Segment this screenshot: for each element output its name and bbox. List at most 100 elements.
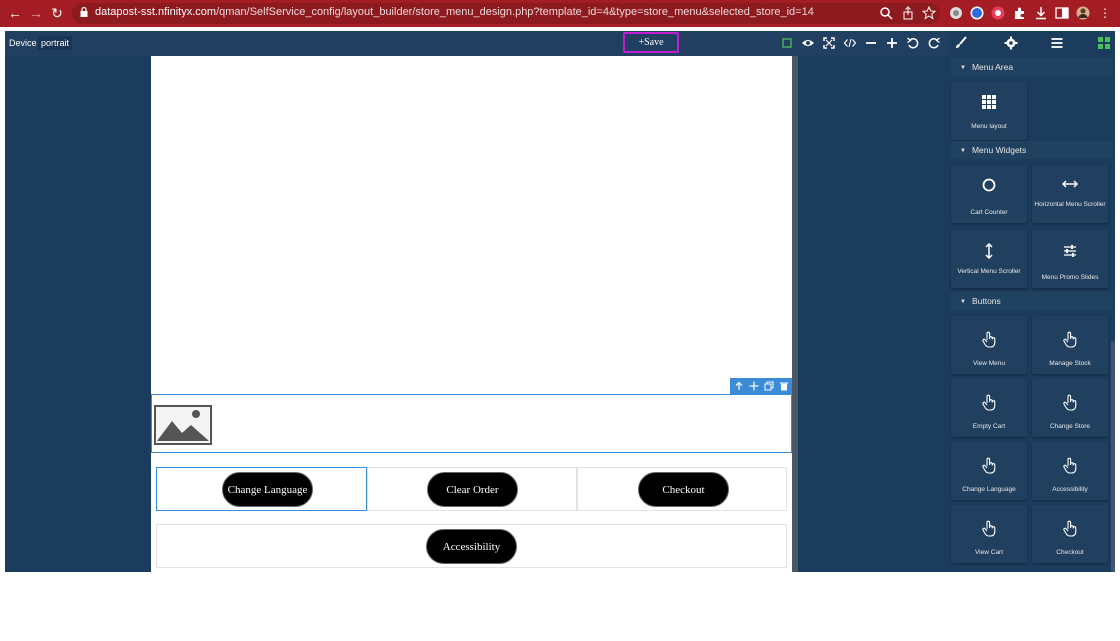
image-block[interactable] — [151, 394, 792, 453]
extension-edge-icon[interactable] — [970, 6, 984, 20]
widget-label: Horizontal Menu Scroller — [1034, 201, 1106, 208]
widget-label: Checkout — [1056, 549, 1084, 556]
url-host: datapost-sst.nfinityx.com — [95, 6, 217, 18]
checkout-button[interactable]: Checkout — [638, 472, 729, 507]
widget-label: Menu layout — [971, 123, 1007, 130]
hand-pointer-icon — [982, 331, 996, 348]
lock-icon — [80, 7, 88, 17]
vertical-arrows-icon — [985, 243, 993, 259]
hand-pointer-icon — [1063, 457, 1077, 474]
outline-toggle-icon[interactable] — [780, 36, 794, 50]
caret-down-icon: ▼ — [960, 64, 966, 71]
style-brush-icon[interactable] — [954, 36, 968, 50]
zoom-in-icon[interactable] — [885, 36, 899, 50]
button-cell-accessibility[interactable]: Accessibility — [156, 524, 787, 568]
circle-icon — [982, 178, 996, 192]
select-parent-arrow-icon[interactable] — [734, 381, 744, 391]
more-menu-icon[interactable]: ⋮ — [1097, 5, 1113, 21]
share-icon[interactable] — [901, 6, 915, 20]
design-canvas[interactable]: Change Language Clear Order Checkout Acc… — [151, 56, 792, 572]
url-path: /qman/SelfService_config/layout_builder/… — [216, 6, 814, 18]
block-toolbar — [730, 378, 792, 394]
section-menu-area[interactable]: ▼ Menu Area — [951, 58, 1113, 76]
widget-label: View Menu — [972, 360, 1006, 367]
redo-icon[interactable] — [927, 36, 941, 50]
panel-tabs — [948, 31, 1115, 56]
bookmark-star-icon[interactable] — [922, 6, 936, 20]
hand-pointer-icon — [982, 394, 996, 411]
avatar[interactable] — [1076, 6, 1090, 20]
grid-icon — [982, 95, 996, 109]
change-language-button[interactable]: Change Language — [222, 472, 313, 507]
fullscreen-icon[interactable] — [822, 36, 836, 50]
blocks-grid-icon[interactable] — [1097, 36, 1111, 50]
layout-builder-app: Device portrait +Save Change Language Cl… — [5, 31, 1115, 572]
button-cell-checkout[interactable]: Checkout — [577, 467, 787, 511]
layers-menu-icon[interactable] — [1050, 36, 1064, 50]
sliders-icon — [1064, 245, 1076, 257]
undo-icon[interactable] — [906, 36, 920, 50]
widget-label: Manage Stock — [1049, 360, 1091, 367]
zoom-out-icon[interactable] — [864, 36, 878, 50]
widget-label: Cart Counter — [970, 209, 1008, 216]
widget-label: Menu Promo Slides — [1041, 274, 1099, 281]
widget-checkout[interactable]: Checkout — [1032, 505, 1108, 563]
section-title: Menu Area — [971, 62, 1014, 72]
browser-toolbar: ← → ↻ datapost-sst.nfinityx.com/qman/Sel… — [0, 0, 1120, 27]
hand-pointer-icon — [1063, 331, 1077, 348]
section-buttons[interactable]: ▼ Buttons — [951, 292, 1113, 310]
button-cell-change-language[interactable]: Change Language — [156, 467, 367, 511]
widget-menu-layout[interactable]: Menu layout — [951, 82, 1027, 140]
image-placeholder-icon — [154, 405, 212, 445]
extension-icon[interactable] — [949, 6, 963, 20]
clone-icon[interactable] — [764, 381, 774, 391]
device-select[interactable]: portrait — [38, 36, 73, 50]
widget-view-menu[interactable]: View Menu — [951, 316, 1027, 374]
widget-accessibility[interactable]: Accessibility — [1032, 442, 1108, 500]
widget-label: View Cart — [974, 549, 1004, 556]
forward-arrow-icon[interactable]: → — [28, 5, 44, 21]
hand-pointer-icon — [982, 457, 996, 474]
section-title: Buttons — [971, 296, 1001, 306]
widget-label: Accessibility — [1052, 486, 1088, 493]
back-arrow-icon[interactable]: ← — [7, 5, 23, 21]
panel-scrollbar[interactable] — [1111, 341, 1115, 572]
widget-label: Change Language — [962, 486, 1016, 493]
accessibility-button[interactable]: Accessibility — [426, 529, 517, 564]
caret-down-icon: ▼ — [960, 298, 966, 305]
extension-red-icon[interactable] — [991, 6, 1005, 20]
preview-eye-icon[interactable] — [801, 36, 815, 50]
save-button[interactable]: +Save — [623, 32, 679, 53]
widget-view-cart[interactable]: View Cart — [951, 505, 1027, 563]
button-cell-clear-order[interactable]: Clear Order — [367, 467, 577, 511]
widget-empty-cart[interactable]: Empty Cart — [951, 379, 1027, 437]
settings-gear-icon[interactable] — [1004, 36, 1018, 50]
canvas-scrollbar[interactable] — [792, 56, 798, 572]
hand-pointer-icon — [982, 520, 996, 537]
code-icon[interactable] — [843, 36, 857, 50]
horizontal-arrows-icon — [1062, 180, 1078, 188]
hand-pointer-icon — [1063, 520, 1077, 537]
widget-cart-counter[interactable]: Cart Counter — [951, 165, 1027, 223]
widget-horizontal-menu-scroller[interactable]: Horizontal Menu Scroller — [1032, 165, 1108, 223]
section-title: Menu Widgets — [971, 145, 1027, 155]
widget-vertical-menu-scroller[interactable]: Vertical Menu Scroller — [951, 230, 1027, 288]
widget-label: Change Store — [1049, 423, 1091, 430]
puzzle-icon[interactable] — [1013, 6, 1027, 20]
widget-manage-stock[interactable]: Manage Stock — [1032, 316, 1108, 374]
delete-trash-icon[interactable] — [779, 381, 789, 391]
widget-menu-promo-slides[interactable]: Menu Promo Slides — [1032, 230, 1108, 288]
clear-order-button[interactable]: Clear Order — [427, 472, 518, 507]
reload-icon[interactable]: ↻ — [49, 5, 65, 21]
zoom-icon[interactable] — [879, 6, 893, 20]
sidebar-icon[interactable] — [1055, 6, 1069, 20]
url-text: datapost-sst.nfinityx.com/qman/SelfServi… — [95, 6, 814, 18]
device-label: Device — [9, 38, 37, 48]
move-icon[interactable] — [749, 381, 759, 391]
caret-down-icon: ▼ — [960, 147, 966, 154]
section-menu-widgets[interactable]: ▼ Menu Widgets — [951, 141, 1113, 159]
widget-change-language[interactable]: Change Language — [951, 442, 1027, 500]
hand-pointer-icon — [1063, 394, 1077, 411]
widget-change-store[interactable]: Change Store — [1032, 379, 1108, 437]
download-icon[interactable] — [1034, 6, 1048, 20]
